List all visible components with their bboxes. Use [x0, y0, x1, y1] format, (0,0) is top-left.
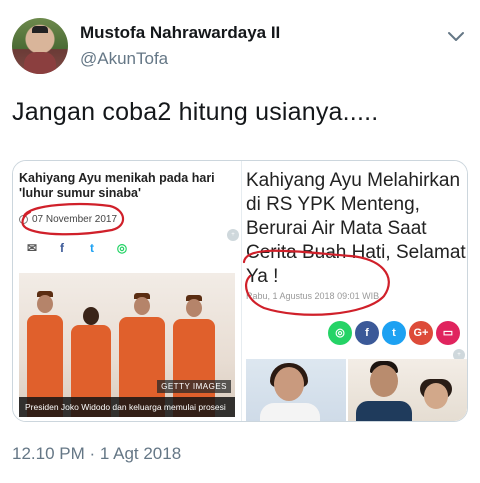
whatsapp-icon: ◎	[116, 241, 128, 255]
clock-icon	[19, 214, 28, 224]
twitter-icon: t	[382, 321, 406, 345]
right-article-date: Rabu, 1 Agustus 2018 09:01 WIB	[246, 291, 380, 301]
whatsapp-icon: ◎	[328, 321, 352, 345]
woman-photo	[246, 359, 346, 421]
left-article-date: 07 November 2017	[32, 213, 118, 225]
mail-icon: ✉	[26, 241, 38, 255]
left-article-screenshot: Kahiyang Ayu menikah pada hari 'luhur su…	[13, 161, 241, 421]
tweet-timestamp[interactable]: 12.10 PM · 1 Agt 2018	[12, 444, 181, 464]
avatar-cap	[32, 26, 48, 33]
comment-icon: ▭	[436, 321, 460, 345]
photo-caption: Presiden Joko Widodo dan keluarga memula…	[19, 397, 235, 417]
photo-credit: GETTY IMAGES	[157, 380, 231, 393]
left-share-row: ✉ f t ◎	[25, 241, 129, 255]
facebook-icon: f	[60, 241, 64, 255]
facebook-icon: f	[355, 321, 379, 345]
tweet-header: Mustofa Nahrawardaya II @AkunTofa	[12, 18, 468, 78]
user-handle[interactable]: @AkunTofa	[80, 49, 168, 69]
left-article-date-row: 07 November 2017	[19, 211, 117, 227]
couple-photo	[246, 359, 467, 421]
tweet-media[interactable]: Kahiyang Ayu menikah pada hari 'luhur su…	[12, 160, 468, 422]
tweet-text: Jangan coba2 hitung usianya.....	[12, 98, 379, 126]
expand-icon: +	[227, 229, 239, 241]
right-article-screenshot: Kahiyang Ayu Melahirkan di RS YPK Menten…	[241, 161, 467, 421]
avatar[interactable]	[12, 18, 68, 74]
display-name[interactable]: Mustofa Nahrawardaya II	[80, 23, 280, 43]
twitter-icon: t	[90, 241, 94, 255]
right-share-row: ◎ f t G+ ▭	[328, 321, 460, 345]
avatar-shirt	[24, 52, 56, 74]
man-photo	[348, 359, 467, 421]
google-plus-icon: G+	[409, 321, 433, 345]
left-article-title: Kahiyang Ayu menikah pada hari 'luhur su…	[19, 171, 215, 200]
right-article-title: Kahiyang Ayu Melahirkan di RS YPK Menten…	[246, 170, 466, 287]
chevron-down-icon[interactable]	[446, 26, 466, 46]
family-photo: GETTY IMAGES Presiden Joko Widodo dan ke…	[19, 273, 235, 417]
